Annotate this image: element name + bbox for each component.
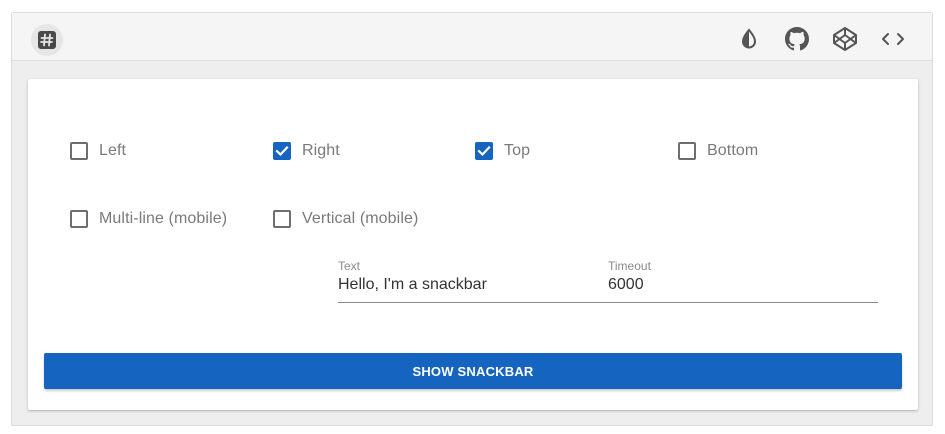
checkbox-vertical[interactable]: Vertical (mobile) (273, 207, 418, 231)
checkbox-right[interactable]: Right (273, 139, 340, 163)
toolbar (12, 13, 932, 61)
code-button[interactable] (879, 25, 907, 53)
checkbox-multiline-box[interactable] (70, 210, 88, 228)
snackbar-options-card: Left Right Top Bottom Multi-line (mobile… (28, 79, 918, 410)
timeout-input[interactable] (608, 276, 878, 294)
checkbox-left-label: Left (99, 142, 127, 159)
checkbox-top[interactable]: Top (475, 139, 530, 163)
codepen-icon (833, 27, 857, 51)
text-input[interactable] (338, 276, 588, 294)
show-snackbar-button[interactable]: SHOW SNACKBAR (44, 353, 902, 389)
show-snackbar-label: SHOW SNACKBAR (412, 363, 534, 379)
checkbox-multiline-label: Multi-line (mobile) (99, 210, 228, 227)
codepen-button[interactable] (831, 25, 859, 53)
checkbox-top-label: Top (504, 142, 531, 159)
timeout-field-label: Timeout (608, 259, 651, 273)
github-button[interactable] (783, 25, 811, 53)
checkbox-top-box[interactable] (475, 142, 493, 160)
checkbox-left[interactable]: Left (70, 139, 126, 163)
timeout-field[interactable]: Timeout (608, 259, 878, 294)
contrast-button[interactable] (735, 25, 763, 53)
text-field-label: Text (338, 259, 361, 273)
checkbox-bottom-box[interactable] (678, 142, 696, 160)
checkbox-left-box[interactable] (70, 142, 88, 160)
demo-frame: Left Right Top Bottom Multi-line (mobile… (11, 12, 933, 426)
contrast-icon (741, 28, 757, 49)
checkbox-multiline[interactable]: Multi-line (mobile) (70, 207, 227, 231)
checkbox-right-label: Right (302, 142, 340, 159)
field-underline (338, 302, 878, 303)
checkbox-bottom-label: Bottom (707, 142, 759, 159)
hash-button[interactable] (31, 24, 63, 56)
hash-icon (38, 31, 56, 49)
checkmark-icon (275, 145, 289, 157)
checkbox-bottom[interactable]: Bottom (678, 139, 758, 163)
github-icon (785, 27, 809, 51)
checkbox-vertical-label: Vertical (mobile) (302, 210, 419, 227)
checkbox-right-box[interactable] (273, 142, 291, 160)
code-icon (882, 33, 904, 45)
text-field[interactable]: Text (338, 259, 588, 294)
checkmark-icon (477, 145, 491, 157)
checkbox-vertical-box[interactable] (273, 210, 291, 228)
